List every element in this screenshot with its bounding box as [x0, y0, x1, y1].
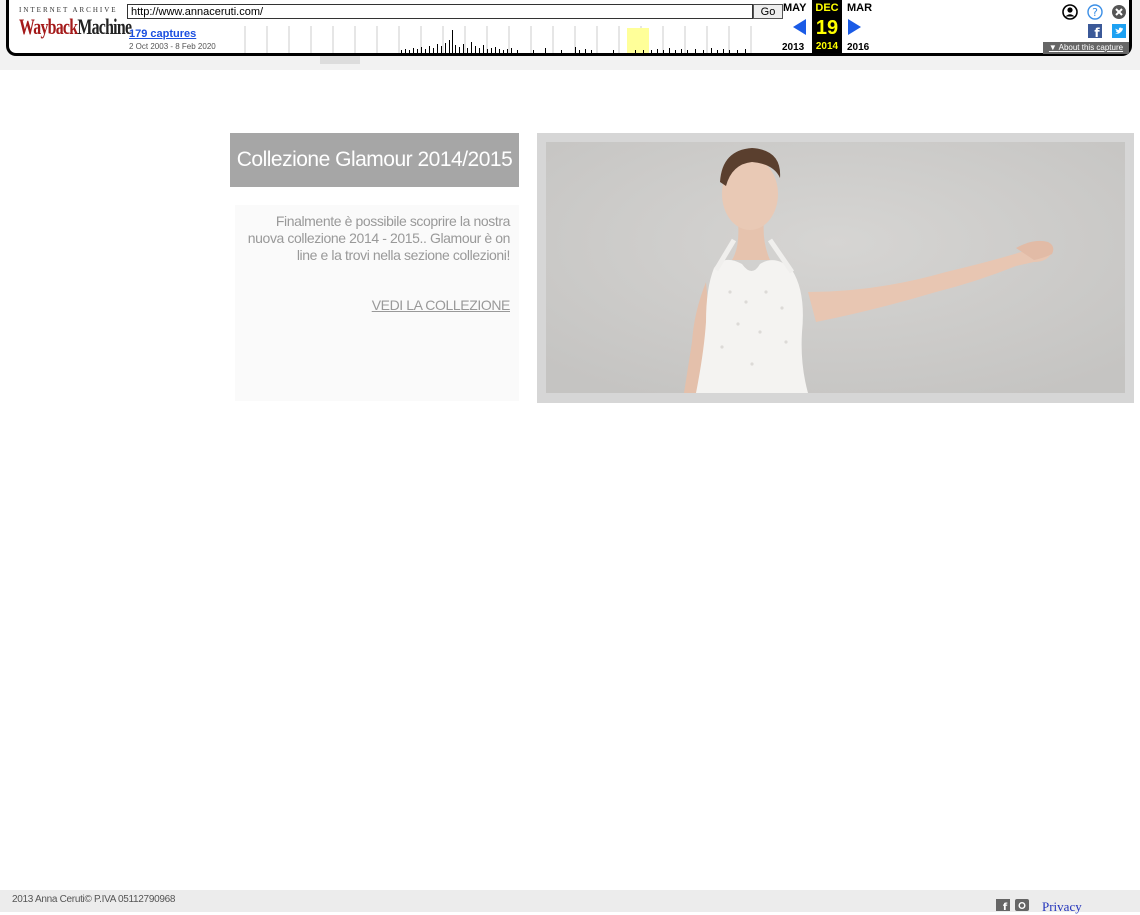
- prev-year-label[interactable]: 2013: [782, 42, 804, 53]
- current-month-label: DEC: [812, 0, 842, 16]
- about-capture-button[interactable]: ▼ About this capture: [1043, 42, 1129, 54]
- captures-link[interactable]: 179 captures: [129, 28, 196, 40]
- wayback-toolbar: INTERNET ARCHIVE WaybackMachine Go 179 c…: [0, 0, 1140, 70]
- privacy-link[interactable]: Privacy: [1042, 899, 1082, 915]
- facebook-share-icon[interactable]: f: [1088, 24, 1102, 38]
- hero-photo-frame: [537, 133, 1134, 403]
- view-collection-link[interactable]: VEDI LA COLLEZIONE: [372, 297, 511, 313]
- user-account-icon[interactable]: [1062, 4, 1078, 20]
- prev-capture-arrow-icon[interactable]: [793, 19, 807, 35]
- footer-copyright: 2013 Anna Ceruti© P.IVA 05112790968: [12, 894, 176, 905]
- current-day: 19: [812, 16, 842, 40]
- collection-description: Finalmente è possibile scoprire la nostr…: [247, 213, 511, 263]
- facebook-icon[interactable]: f: [996, 899, 1010, 911]
- about-triangle-icon: ▼: [1048, 43, 1059, 52]
- about-capture-label: About this capture: [1058, 43, 1124, 52]
- svg-text:?: ?: [1092, 6, 1098, 19]
- go-button[interactable]: Go: [753, 4, 783, 19]
- collection-box: Finalmente è possibile scoprire la nostr…: [235, 205, 519, 401]
- instagram-icon[interactable]: [1015, 899, 1029, 911]
- svg-text:f: f: [1003, 902, 1008, 911]
- bride-dress-image: [546, 142, 1125, 393]
- collection-title: Collezione Glamour 2014/2015: [230, 133, 519, 187]
- current-year-label: 2014: [812, 40, 842, 54]
- wayback-toolbar-inner: INTERNET ARCHIVE WaybackMachine Go 179 c…: [6, 0, 1132, 56]
- wayback-logo-wayback: Wayback: [19, 14, 78, 39]
- close-icon[interactable]: [1111, 4, 1127, 20]
- twitter-share-icon[interactable]: [1112, 24, 1126, 38]
- next-capture-arrow-icon[interactable]: [847, 19, 861, 35]
- prev-month-label[interactable]: MAY: [783, 2, 806, 14]
- wayback-logo-top: INTERNET ARCHIVE: [19, 6, 118, 14]
- next-month-label[interactable]: MAR: [847, 2, 872, 14]
- capture-sparkline[interactable]: [221, 26, 777, 54]
- wayback-url-input[interactable]: [127, 4, 753, 19]
- hero-photo[interactable]: [546, 142, 1125, 393]
- svg-text:f: f: [1094, 26, 1100, 38]
- wayback-logo-machine: Machine: [77, 14, 132, 39]
- wayback-logo[interactable]: INTERNET ARCHIVE WaybackMachine: [19, 6, 132, 46]
- site-footer: 2013 Anna Ceruti© P.IVA 05112790968 f Pr…: [0, 890, 1140, 915]
- next-year-label[interactable]: 2016: [847, 42, 869, 53]
- wayback-logo-wordmark: WaybackMachine: [19, 14, 132, 39]
- help-icon[interactable]: ?: [1087, 4, 1103, 20]
- toolbar-tab[interactable]: [320, 56, 360, 64]
- capture-range: 2 Oct 2003 - 8 Feb 2020: [129, 42, 216, 51]
